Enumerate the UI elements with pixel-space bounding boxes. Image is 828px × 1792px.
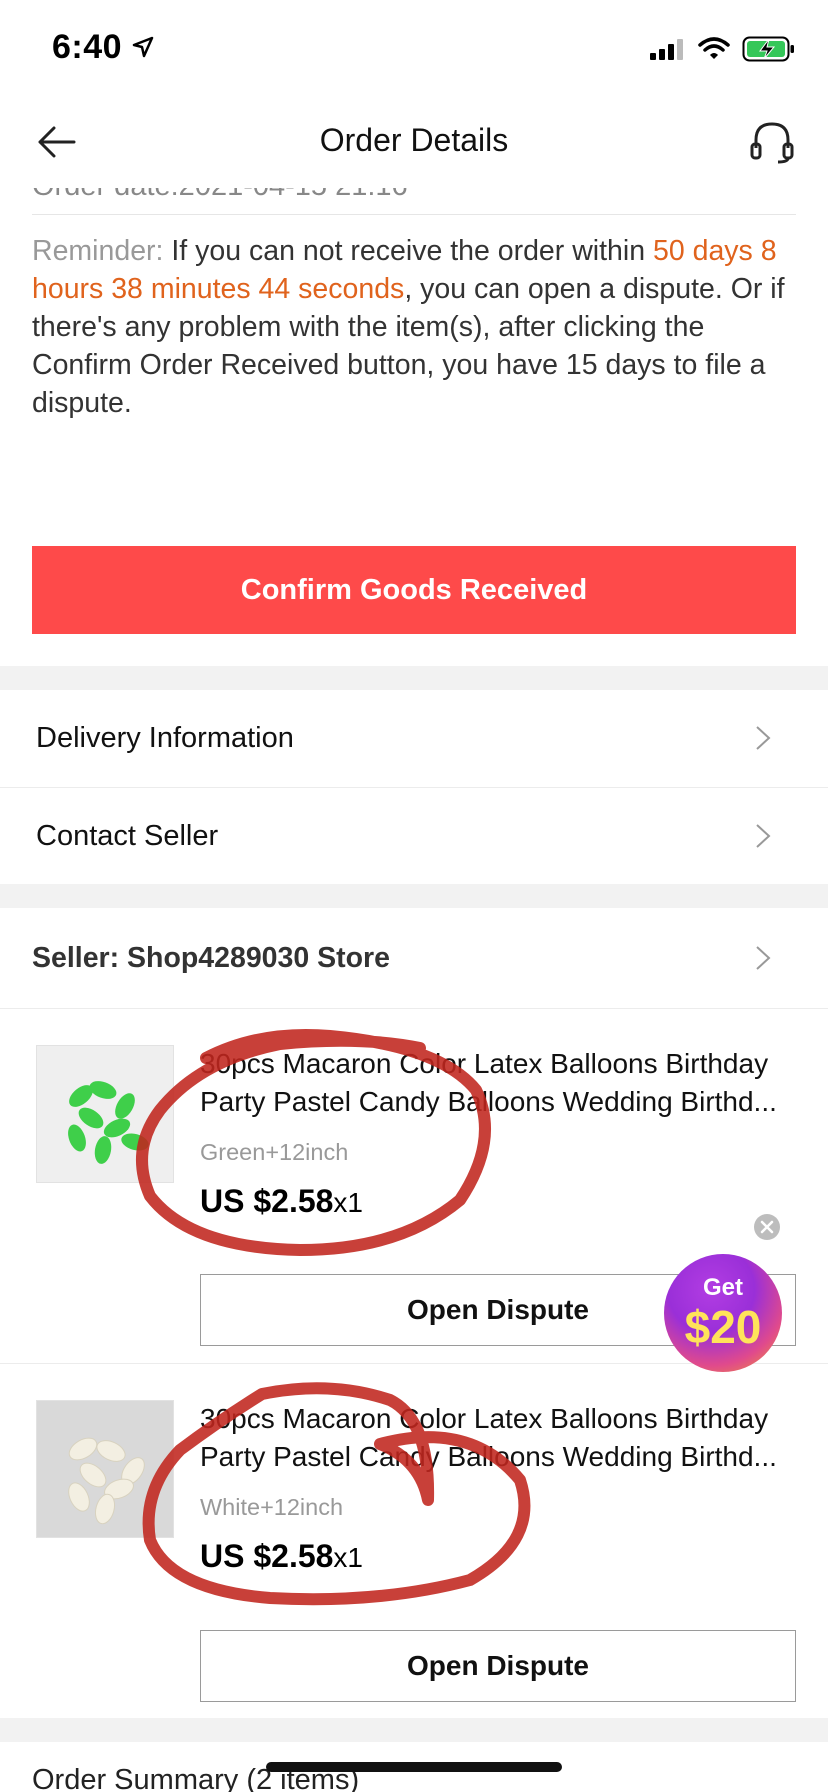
chevron-right-icon bbox=[756, 824, 771, 848]
page-title: Order Details bbox=[319, 122, 509, 158]
delivery-information-row[interactable]: Delivery Information bbox=[0, 690, 828, 786]
promo-get-label: Get bbox=[702, 1274, 743, 1301]
promo-amount: $20 bbox=[684, 1301, 762, 1353]
status-bar: 6:40 bbox=[0, 0, 828, 96]
product-title-line: Party Pastel Candy Balloons Wedding Birt… bbox=[200, 1441, 777, 1472]
green-balloons-image bbox=[68, 1081, 149, 1164]
confirm-goods-received-button[interactable]: Confirm Goods Received bbox=[32, 546, 796, 634]
reminder-text-before: If you can not receive the order within bbox=[163, 235, 653, 267]
product-price: US $2.58x1 bbox=[200, 1183, 363, 1220]
wifi-icon bbox=[698, 37, 730, 59]
product-title[interactable]: 30pcs Macaron Color Latex Balloons Birth… bbox=[200, 1400, 800, 1476]
dispute-reminder: Reminder: If you can not receive the ord… bbox=[32, 232, 802, 422]
seller-row[interactable]: Seller: Shop4289030 Store bbox=[0, 910, 828, 1006]
divider bbox=[32, 214, 796, 215]
product-price: US $2.58x1 bbox=[200, 1538, 363, 1575]
product-title-line: Party Pastel Candy Balloons Wedding Birt… bbox=[200, 1086, 777, 1117]
product-title-line: 30pcs Macaron Color Latex Balloons Birth… bbox=[200, 1403, 769, 1434]
price-value: US $2.58 bbox=[200, 1538, 334, 1574]
order-item: 30pcs Macaron Color Latex Balloons Birth… bbox=[0, 1364, 828, 1718]
home-indicator[interactable] bbox=[266, 1762, 562, 1772]
open-dispute-button[interactable]: Open Dispute bbox=[200, 1630, 796, 1702]
battery-charging-icon bbox=[742, 36, 794, 62]
close-icon bbox=[760, 1220, 774, 1234]
contact-seller-row[interactable]: Contact Seller bbox=[0, 788, 828, 884]
delivery-information-label: Delivery Information bbox=[36, 721, 294, 754]
chevron-right-icon bbox=[756, 946, 771, 970]
status-time: 6:40 bbox=[52, 28, 123, 66]
customer-support-icon[interactable] bbox=[748, 118, 796, 166]
product-title-line: 30pcs Macaron Color Latex Balloons Birth… bbox=[200, 1048, 769, 1079]
contact-seller-label: Contact Seller bbox=[36, 819, 219, 852]
seller-name: Seller: Shop4289030 Store bbox=[32, 941, 391, 974]
product-quantity: x1 bbox=[333, 1187, 363, 1218]
chevron-right-icon bbox=[756, 726, 771, 750]
reminder-label: Reminder: bbox=[32, 235, 164, 267]
product-variant: White+12inch bbox=[200, 1494, 344, 1520]
close-promo-button[interactable] bbox=[754, 1214, 780, 1240]
product-thumbnail[interactable] bbox=[36, 1400, 174, 1538]
section-gap bbox=[0, 884, 828, 908]
promo-coupon-badge[interactable]: Get $20 bbox=[664, 1254, 782, 1372]
signal-icon bbox=[650, 39, 683, 60]
white-balloons-image bbox=[68, 1437, 145, 1525]
price-value: US $2.58 bbox=[200, 1183, 334, 1219]
product-quantity: x1 bbox=[333, 1542, 363, 1573]
status-icons bbox=[650, 36, 796, 62]
product-variant: Green+12inch bbox=[200, 1139, 349, 1165]
location-arrow-icon bbox=[132, 36, 154, 58]
section-gap bbox=[0, 1718, 828, 1742]
section-gap bbox=[0, 666, 828, 690]
product-thumbnail[interactable] bbox=[36, 1045, 174, 1183]
nav-header: Order Details bbox=[0, 96, 828, 188]
product-title[interactable]: 30pcs Macaron Color Latex Balloons Birth… bbox=[200, 1045, 800, 1121]
